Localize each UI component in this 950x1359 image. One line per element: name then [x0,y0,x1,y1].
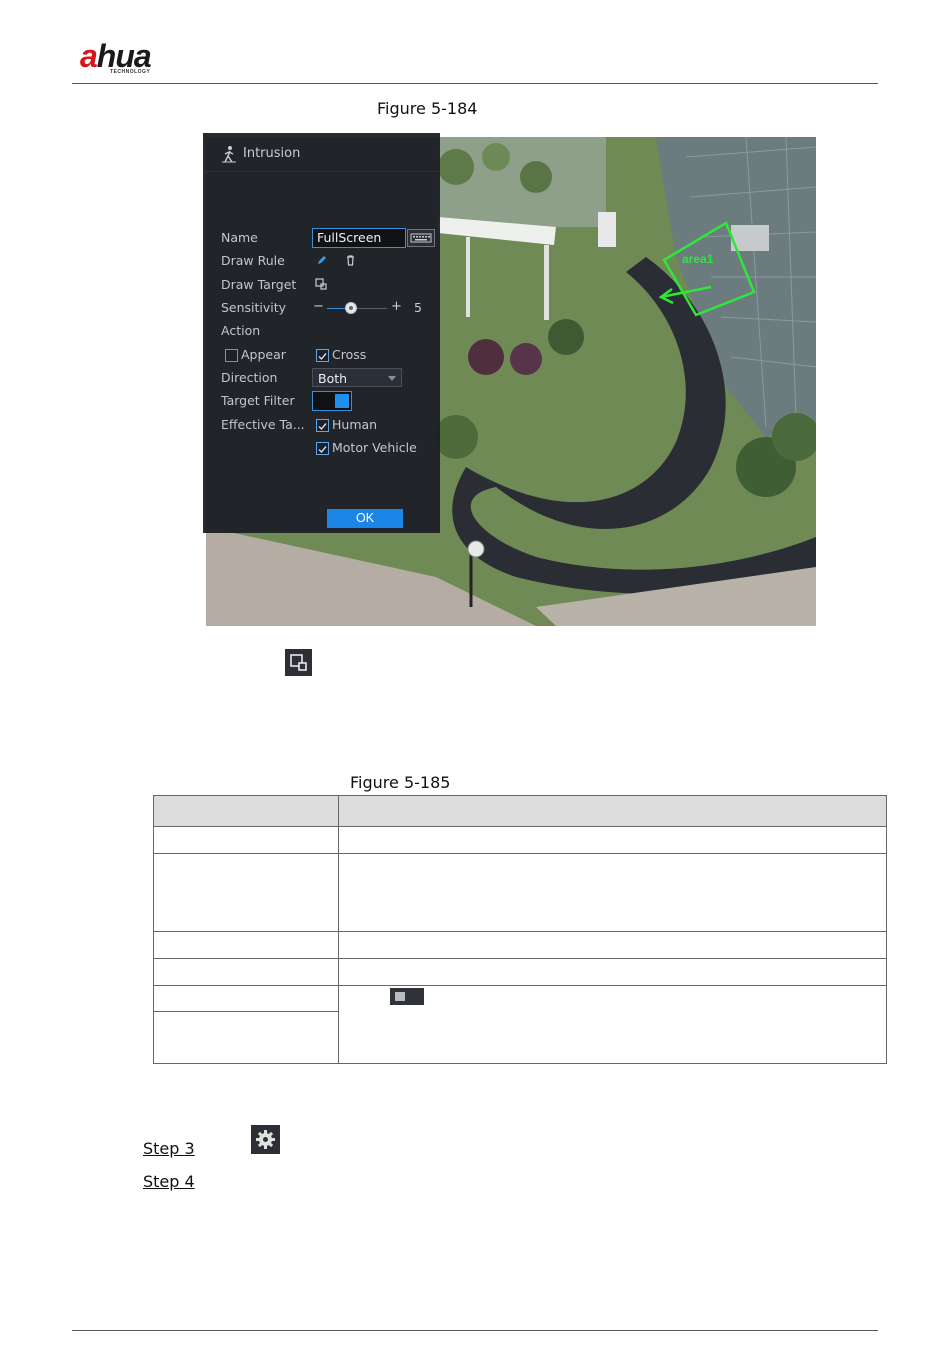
target-filter-label: Target Filter [221,393,295,408]
table-cell [153,931,339,959]
intrusion-person-icon [222,146,236,163]
rule-area-label: area1 [682,252,714,266]
footer-divider [72,1330,878,1331]
parameter-table [153,795,887,1064]
draw-target-icon-inline [285,649,312,676]
direction-select[interactable]: Both [312,368,402,387]
chevron-down-icon [388,376,396,381]
motor-vehicle-label: Motor Vehicle [332,440,417,455]
human-checkbox[interactable] [316,419,329,432]
draw-target-label: Draw Target [221,277,297,292]
check-icon [318,423,327,431]
sensitivity-slider-handle[interactable] [345,302,357,314]
figure-caption-1: Figure 5-184 [377,99,478,118]
gear-icon-inline [251,1125,280,1154]
toggle-off-knob [395,992,405,1001]
name-input[interactable]: FullScreen [312,228,406,248]
header-divider [72,83,878,84]
step-3-label: Step 3 [143,1139,195,1158]
table-cell [338,985,887,1064]
ok-button[interactable]: OK [327,509,403,528]
table-header-row [153,795,887,827]
target-filter-toggle[interactable] [312,391,352,411]
keyboard-icon [410,233,432,243]
table-cell [338,958,887,986]
sensitivity-minus-button[interactable]: − [313,299,324,314]
logo-subtitle: TECHNOLOGY [110,69,151,75]
table-cell [153,985,339,1012]
direction-label: Direction [221,370,278,385]
table-cell [338,826,887,854]
intrusion-panel: Intrusion Name FullScreen Draw Rule Draw… [203,133,440,533]
draw-target-icon[interactable] [315,278,327,290]
trash-icon[interactable] [345,254,356,266]
table-cell [338,931,887,959]
draw-target-icon [290,654,307,671]
table-row [153,853,887,932]
cross-label: Cross [332,347,367,362]
gear-icon [256,1130,275,1149]
effective-target-label: Effective Ta... [221,417,305,432]
table-row [153,985,887,1064]
check-icon [318,446,327,454]
human-label: Human [332,417,378,432]
dahua-logo: ahua TECHNOLOGY [80,38,190,78]
check-icon [318,353,327,361]
step-4-label: Step 4 [143,1172,195,1191]
cross-checkbox[interactable] [316,349,329,362]
keyboard-button[interactable] [407,229,435,247]
table-cell [153,826,339,854]
sensitivity-value: 5 [414,300,422,315]
table-row [153,931,887,959]
pencil-icon[interactable] [316,254,328,266]
appear-label: Appear [241,347,286,362]
table-row [153,958,887,986]
appear-checkbox[interactable] [225,349,238,362]
table-header-cell [153,795,339,827]
action-label: Action [221,323,261,338]
table-row [153,826,887,854]
toggle-off-icon [390,988,424,1005]
figure-caption-2: Figure 5-185 [350,773,451,792]
table-cell [153,853,339,932]
table-cell [153,1011,339,1064]
name-label: Name [221,230,258,245]
motor-vehicle-checkbox[interactable] [316,442,329,455]
table-cell [338,853,887,932]
panel-title-row: Intrusion [203,133,440,172]
logo-letter-a: a [80,38,98,74]
sensitivity-label: Sensitivity [221,300,287,315]
table-cell [153,958,339,986]
toggle-knob [335,394,349,408]
panel-title: Intrusion [243,146,301,161]
direction-value: Both [318,371,348,386]
sensitivity-plus-button[interactable]: + [391,299,402,314]
table-header-cell [338,795,887,827]
draw-rule-label: Draw Rule [221,253,285,268]
